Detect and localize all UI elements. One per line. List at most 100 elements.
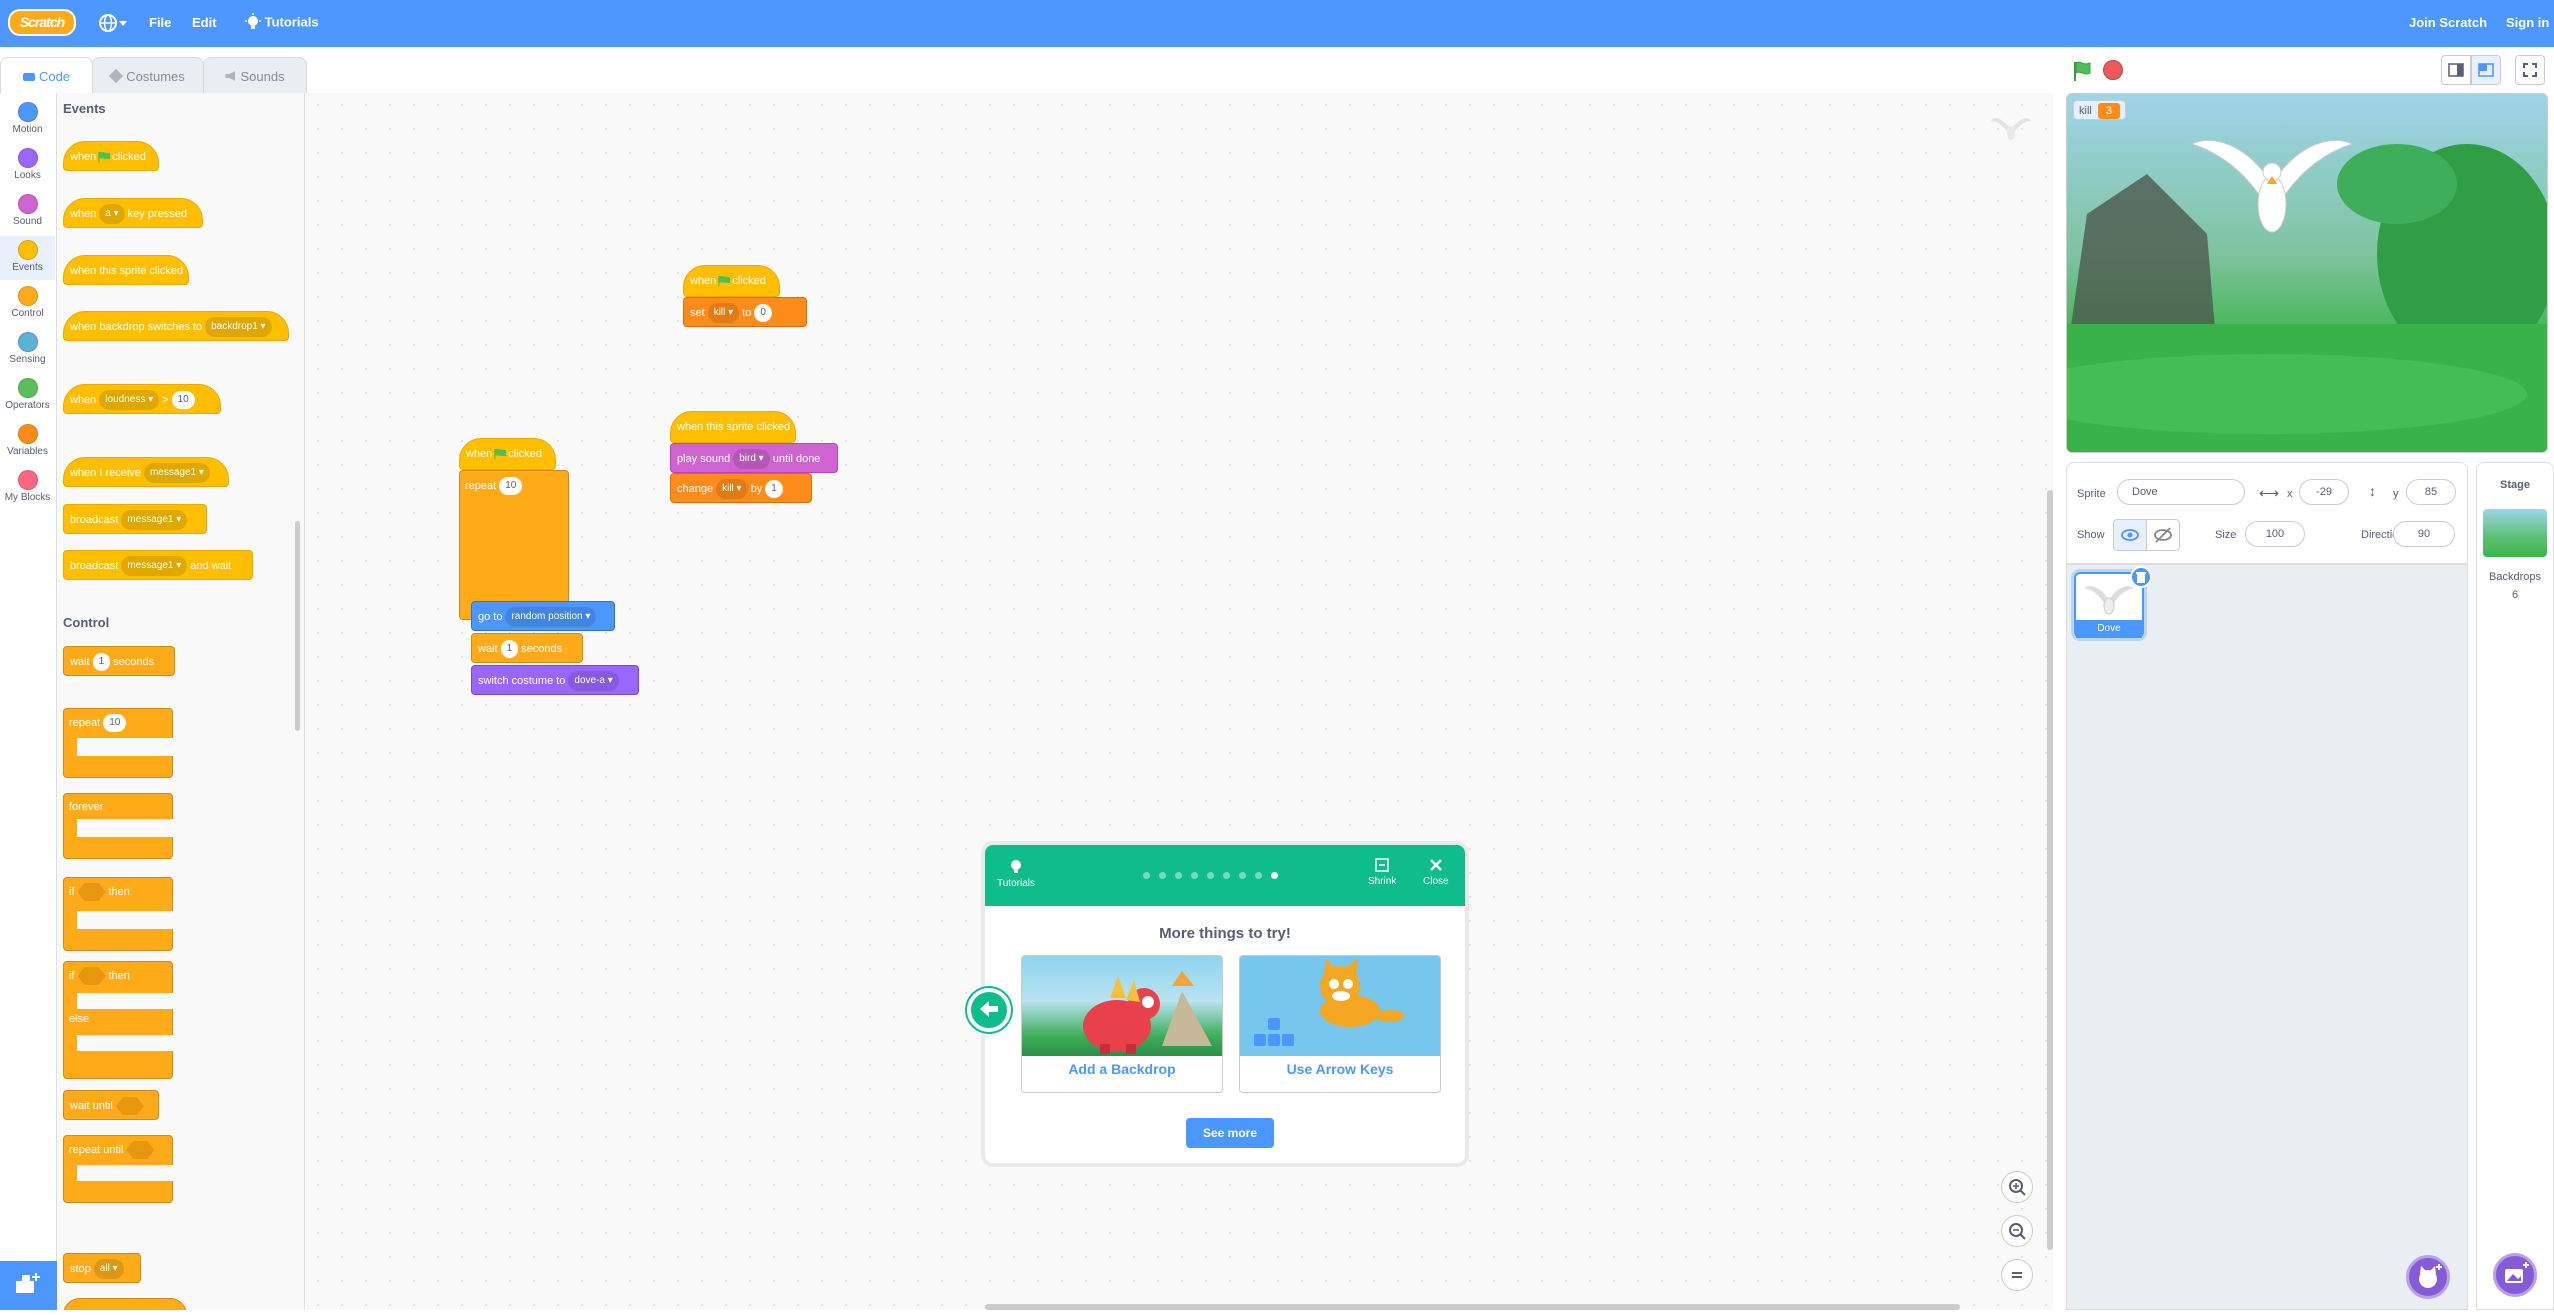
x-position-field[interactable]: -29 bbox=[2299, 479, 2349, 505]
sprite-name-field[interactable]: Dove bbox=[2117, 479, 2245, 505]
set-value-input[interactable]: 0 bbox=[754, 304, 772, 323]
pager-dot[interactable] bbox=[1175, 872, 1182, 879]
go-to-block[interactable]: go to random position ▾ bbox=[471, 601, 615, 631]
when-i-receive-block[interactable]: when I receive message1 ▾ bbox=[63, 457, 229, 487]
script2-hat-block[interactable]: when this sprite clicked bbox=[670, 411, 796, 443]
repeat-block[interactable]: repeat 10 bbox=[63, 708, 173, 778]
condition-slot[interactable] bbox=[77, 967, 106, 985]
category-variables[interactable]: Variables bbox=[0, 420, 55, 464]
category-operators[interactable]: Operators bbox=[0, 374, 55, 418]
category-looks[interactable]: Looks bbox=[0, 144, 55, 188]
change-value-input[interactable]: 1 bbox=[765, 480, 783, 499]
pager-dot[interactable] bbox=[1159, 872, 1166, 879]
condition-slot[interactable] bbox=[115, 1097, 144, 1116]
sound-dropdown[interactable]: bird ▾ bbox=[733, 449, 770, 470]
workspace-scrollbar-horizontal[interactable] bbox=[985, 1304, 1960, 1310]
sign-in-link[interactable]: Sign in bbox=[2506, 15, 2549, 30]
choose-sprite-button[interactable] bbox=[2406, 1255, 2450, 1299]
when-sprite-clicked-block[interactable]: when this sprite clicked bbox=[63, 255, 189, 285]
tutorials-menu[interactable]: Tutorials bbox=[245, 13, 319, 31]
category-control[interactable]: Control bbox=[0, 282, 55, 326]
tab-sounds[interactable]: Sounds bbox=[203, 57, 307, 93]
switch-costume-block[interactable]: switch costume to dove-a ▾ bbox=[471, 665, 639, 695]
workspace-scrollbar-vertical[interactable] bbox=[2047, 490, 2053, 1250]
direction-field[interactable]: 90 bbox=[2393, 521, 2455, 547]
scratch-logo[interactable]: Scratch bbox=[8, 9, 76, 36]
category-events[interactable]: Events bbox=[0, 236, 55, 280]
wait-input[interactable]: 1 bbox=[92, 653, 111, 672]
forever-block[interactable]: forever bbox=[63, 793, 173, 859]
repeat-count-input[interactable]: 10 bbox=[499, 477, 523, 495]
broadcast-block[interactable]: broadcast message1 ▾ bbox=[63, 504, 207, 534]
fullscreen-button[interactable] bbox=[2515, 55, 2545, 85]
when-flag-clicked-block[interactable]: when clicked bbox=[63, 141, 159, 171]
file-menu[interactable]: File bbox=[149, 15, 171, 30]
set-variable-block[interactable]: set kill ▾ to 0 bbox=[683, 297, 807, 327]
hide-sprite-button[interactable] bbox=[2146, 519, 2180, 551]
broadcast-wait-dropdown[interactable]: message1 ▾ bbox=[121, 556, 188, 577]
join-scratch-link[interactable]: Join Scratch bbox=[2409, 15, 2487, 30]
palette-scrollbar[interactable] bbox=[295, 521, 300, 731]
repeat-loop-block[interactable]: repeat 10 bbox=[459, 470, 569, 620]
tutorial-back-button[interactable] bbox=[967, 988, 1011, 1032]
when-loudness-block[interactable]: when loudness ▾ >10 bbox=[63, 384, 221, 414]
see-more-button[interactable]: See more bbox=[1186, 1118, 1274, 1148]
condition-slot[interactable] bbox=[77, 883, 106, 901]
language-menu[interactable] bbox=[98, 12, 128, 37]
choose-backdrop-button[interactable] bbox=[2493, 1253, 2537, 1297]
when-key-pressed-block[interactable]: when a ▾ key pressed bbox=[63, 198, 203, 228]
zoom-in-button[interactable] bbox=[2001, 1171, 2033, 1203]
repeat-input[interactable]: 10 bbox=[103, 714, 127, 732]
pager-dot[interactable] bbox=[1191, 872, 1198, 879]
condition-slot[interactable] bbox=[126, 1141, 155, 1159]
add-backdrop-card[interactable]: Add a Backdrop bbox=[1021, 955, 1223, 1093]
broadcast-dropdown[interactable]: message1 ▾ bbox=[121, 510, 188, 531]
loudness-dropdown[interactable]: loudness ▾ bbox=[99, 390, 160, 411]
zoom-out-button[interactable] bbox=[2001, 1215, 2033, 1247]
wait-until-block[interactable]: wait until bbox=[63, 1090, 159, 1120]
show-sprite-button[interactable] bbox=[2113, 519, 2147, 551]
pager-dot[interactable] bbox=[1223, 872, 1230, 879]
loudness-input[interactable]: 10 bbox=[171, 391, 195, 410]
script3-hat-block[interactable]: when clicked bbox=[459, 438, 556, 470]
sprite-thumbnail-dove[interactable]: Dove bbox=[2074, 566, 2152, 638]
tutorial-home-button[interactable]: Tutorials bbox=[997, 857, 1035, 889]
script1-hat-block[interactable]: when clicked bbox=[683, 265, 780, 297]
stage-selector[interactable]: Stage Backdrops 6 bbox=[2476, 462, 2554, 1310]
tab-code[interactable]: Code bbox=[0, 57, 93, 93]
y-position-field[interactable]: 85 bbox=[2406, 479, 2456, 505]
add-extension-button[interactable] bbox=[0, 1261, 57, 1310]
edit-menu[interactable]: Edit bbox=[192, 15, 217, 30]
use-arrow-keys-card[interactable]: Use Arrow Keys bbox=[1239, 955, 1441, 1093]
stage-canvas[interactable]: kill 3 bbox=[2066, 93, 2548, 453]
delete-sprite-button[interactable] bbox=[2130, 566, 2152, 588]
key-dropdown[interactable]: a ▾ bbox=[99, 204, 125, 225]
stop-dropdown[interactable]: all ▾ bbox=[93, 1259, 124, 1280]
dove-sprite[interactable] bbox=[2187, 124, 2357, 244]
stop-button[interactable] bbox=[2103, 60, 2123, 80]
repeat-until-block[interactable]: repeat until bbox=[63, 1135, 173, 1203]
pager-dot[interactable] bbox=[1143, 872, 1150, 879]
variable-monitor[interactable]: kill 3 bbox=[2073, 100, 2126, 120]
category-my-blocks[interactable]: My Blocks bbox=[0, 466, 55, 510]
wait-seconds-input[interactable]: 1 bbox=[500, 640, 519, 659]
message-dropdown[interactable]: message1 ▾ bbox=[143, 463, 210, 484]
tab-costumes[interactable]: Costumes bbox=[92, 57, 204, 93]
if-else-block[interactable]: if then else bbox=[63, 961, 173, 1079]
category-motion[interactable]: Motion bbox=[0, 98, 55, 142]
go-to-dropdown[interactable]: random position ▾ bbox=[505, 607, 597, 628]
if-then-block[interactable]: if then bbox=[63, 877, 173, 951]
wait-seconds-block[interactable]: wait 1 seconds bbox=[63, 646, 175, 676]
shrink-button[interactable]: Shrink bbox=[1368, 857, 1396, 887]
pager-dot[interactable] bbox=[1271, 872, 1278, 879]
partial-block[interactable] bbox=[63, 1298, 187, 1310]
when-backdrop-switches-block[interactable]: when backdrop switches to backdrop1 ▾ bbox=[63, 311, 289, 341]
pager-dot[interactable] bbox=[1239, 872, 1246, 879]
large-stage-button[interactable] bbox=[2471, 55, 2501, 85]
category-sensing[interactable]: Sensing bbox=[0, 328, 55, 372]
costume-dropdown[interactable]: dove-a ▾ bbox=[568, 671, 619, 692]
pager-dot[interactable] bbox=[1255, 872, 1262, 879]
pager-dot[interactable] bbox=[1207, 872, 1214, 879]
stop-block[interactable]: stop all ▾ bbox=[63, 1253, 141, 1283]
play-sound-block[interactable]: play sound bird ▾ until done bbox=[670, 443, 838, 473]
